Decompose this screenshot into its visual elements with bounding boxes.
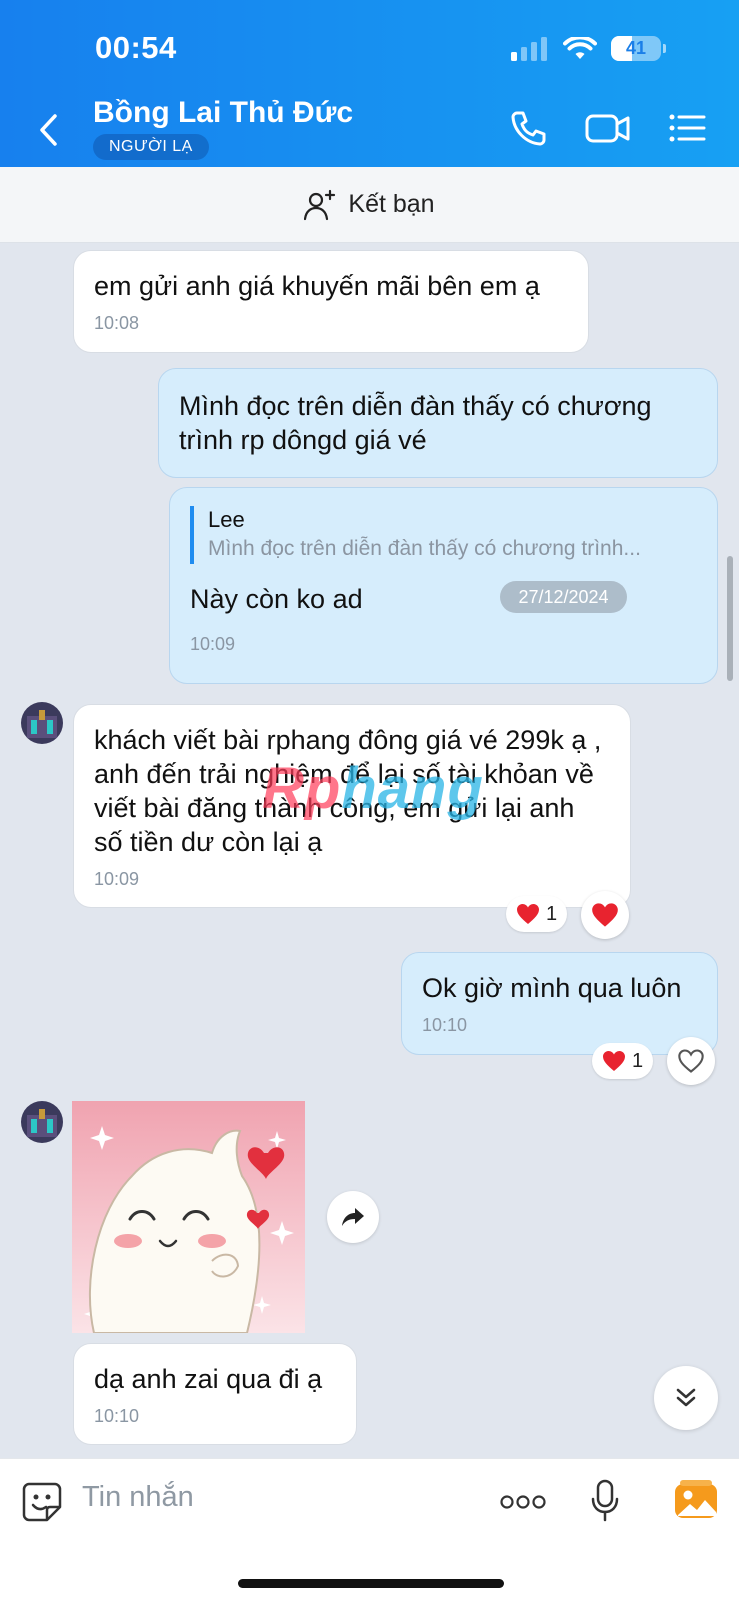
message-time: 10:08 (94, 313, 140, 333)
message-text: Này còn ko ad (190, 584, 363, 614)
message-text: dạ anh zai qua đi ạ (94, 1364, 323, 1394)
message-input[interactable]: Tin nhắn (82, 1481, 194, 1514)
message-text: em gửi anh giá khuyến mãi bên em ạ (94, 271, 540, 301)
message-bubble-outgoing[interactable]: Ok giờ mình qua luôn 10:10 (401, 952, 718, 1055)
back-icon[interactable] (35, 110, 65, 150)
stranger-badge: NGƯỜI LẠ (93, 134, 209, 160)
message-time: 10:10 (422, 1015, 468, 1035)
reaction-count: 1 (632, 1049, 644, 1072)
signal-icon (511, 36, 547, 61)
microphone-icon[interactable] (590, 1479, 620, 1523)
message-bubble-incoming[interactable]: dạ anh zai qua đi ạ 10:10 (73, 1343, 357, 1445)
video-call-icon[interactable] (585, 108, 631, 148)
chat-header: 00:54 41 Bồng Lai Thủ Đức NGƯỜI LẠ (0, 0, 739, 167)
home-indicator (238, 1579, 504, 1588)
watermark-logo: Rphang (262, 755, 484, 822)
sticker-image[interactable] (72, 1101, 305, 1333)
contact-name[interactable]: Bồng Lai Thủ Đức (93, 96, 353, 130)
heart-outline-icon (678, 1049, 704, 1073)
battery-indicator: 41 (611, 36, 666, 61)
menu-list-icon[interactable] (668, 108, 708, 148)
message-bubble-reply[interactable]: Lee Mình đọc trên diễn đàn thấy có chươn… (169, 487, 718, 684)
message-bubble-outgoing[interactable]: Mình đọc trên diễn đàn thấy có chương tr… (158, 368, 718, 478)
add-friend-button[interactable]: Kết bạn (0, 167, 739, 243)
add-friend-label: Kết bạn (348, 190, 435, 218)
heart-icon (517, 904, 539, 924)
heart-icon (603, 1051, 625, 1071)
quote-text: Mình đọc trên diễn đàn thấy có chương tr… (208, 537, 641, 560)
message-time: 10:10 (94, 1406, 140, 1426)
date-separator: 27/12/2024 (500, 581, 627, 613)
image-icon[interactable] (674, 1479, 718, 1521)
share-icon (342, 1208, 364, 1226)
message-time: 10:09 (94, 869, 140, 889)
add-user-icon (304, 189, 336, 220)
sticker-icon[interactable] (21, 1481, 63, 1523)
scroll-to-bottom-button[interactable] (654, 1366, 718, 1430)
react-button[interactable] (667, 1037, 715, 1085)
watermark-part1: Rp (262, 756, 342, 821)
reaction-count: 1 (546, 902, 558, 925)
wifi-icon (563, 36, 597, 59)
quote-author: Lee (208, 507, 245, 532)
message-time: 10:09 (190, 634, 236, 654)
status-icons: 41 (511, 36, 666, 61)
message-text: Mình đọc trên diễn đàn thấy có chương tr… (179, 391, 652, 455)
contact-avatar[interactable] (21, 1101, 63, 1143)
message-bubble-incoming[interactable]: em gửi anh giá khuyến mãi bên em ạ 10:08 (73, 250, 589, 353)
scrollbar[interactable] (727, 556, 733, 681)
message-text: Ok giờ mình qua luôn (422, 973, 682, 1003)
contact-avatar[interactable] (21, 702, 63, 744)
phone-icon[interactable] (508, 108, 548, 148)
battery-level: 41 (625, 38, 647, 58)
react-button[interactable] (581, 891, 629, 939)
quoted-message[interactable]: Lee Mình đọc trên diễn đàn thấy có chươn… (190, 506, 697, 564)
more-icon[interactable] (499, 1493, 547, 1511)
status-time: 00:54 (95, 30, 177, 65)
reaction-summary[interactable]: 1 (506, 896, 568, 932)
double-chevron-down-icon (676, 1388, 696, 1407)
heart-filled-icon (592, 903, 618, 927)
share-button[interactable] (327, 1191, 379, 1243)
watermark-part2: hang (341, 756, 484, 821)
reaction-summary[interactable]: 1 (592, 1043, 654, 1079)
